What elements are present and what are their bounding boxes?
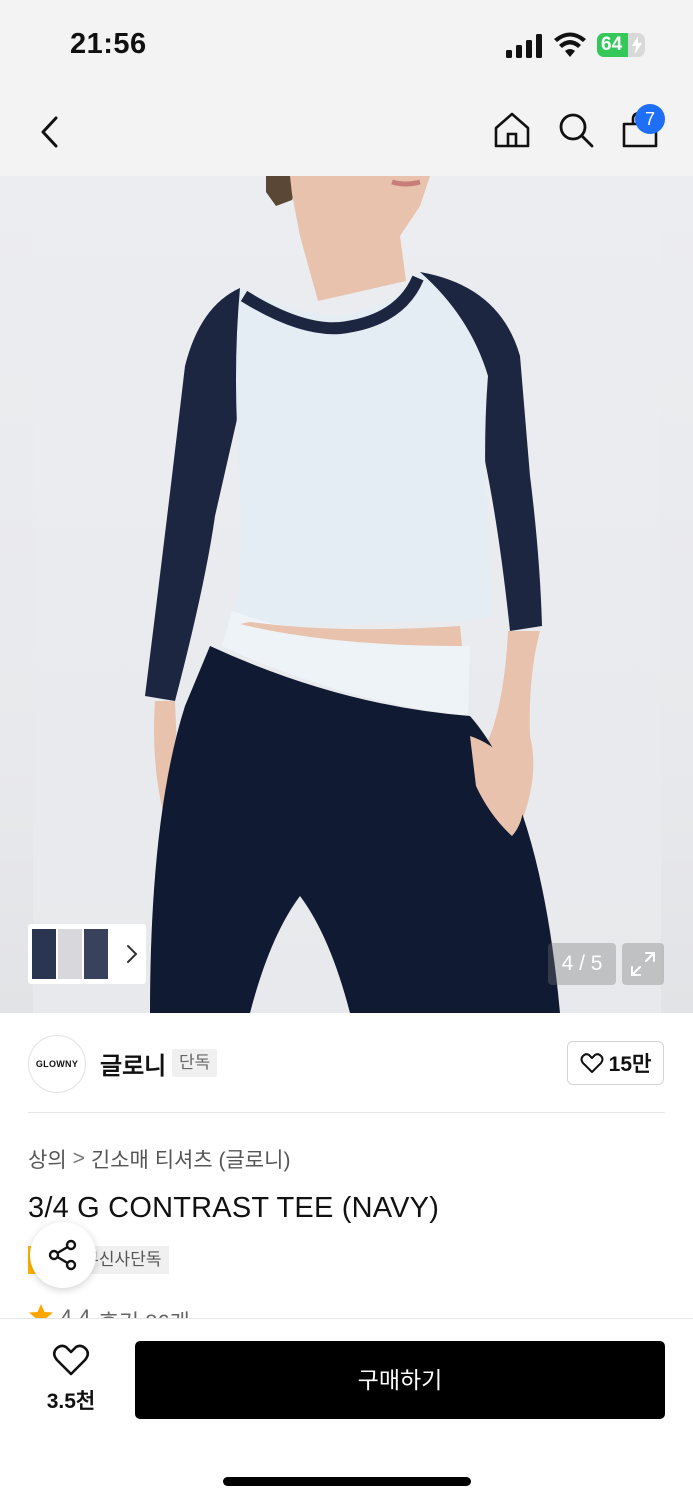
product-image-gallery[interactable]: 4 / 5 (0, 176, 693, 1013)
image-page-indicator: 4 / 5 (548, 943, 616, 985)
breadcrumb-item[interactable]: 상의 (28, 1144, 67, 1174)
battery-level-text: 64 (601, 34, 623, 55)
thumbnail-image[interactable] (84, 929, 108, 979)
buy-button[interactable]: 구매하기 (135, 1341, 665, 1419)
cart-count-badge: 7 (635, 104, 665, 134)
chevron-left-icon[interactable] (34, 112, 66, 152)
product-photo (145, 176, 560, 1013)
status-time: 21:56 (70, 28, 147, 60)
wish-count: 3.5천 (46, 1390, 96, 1413)
breadcrumb-separator-icon: > (72, 1147, 85, 1170)
search-icon[interactable] (556, 110, 596, 150)
charging-bolt-icon (632, 36, 642, 54)
bottom-purchase-bar: 3.5천 구매하기 (0, 1318, 693, 1500)
brand-like-button[interactable]: 15만 (567, 1041, 664, 1085)
expand-icon (631, 952, 655, 976)
battery-icon: 64 (597, 33, 645, 57)
breadcrumb-item[interactable]: 긴소매 티셔츠 (글로니) (91, 1144, 291, 1174)
thumbnail-image[interactable] (32, 929, 56, 979)
section-divider (28, 1112, 665, 1113)
thumbnail-strip[interactable] (28, 924, 146, 984)
brand-logo[interactable]: GLOWNY (28, 1035, 86, 1093)
expand-button[interactable] (622, 943, 664, 985)
home-indicator (223, 1477, 471, 1486)
brand-like-count: 15만 (608, 1053, 652, 1076)
status-bar: 21:56 64 (0, 0, 693, 90)
share-button[interactable] (30, 1222, 96, 1288)
heart-icon (580, 1053, 604, 1073)
brand-name[interactable]: 글로니 (100, 1046, 166, 1081)
brand-exclusive-tag: 단독 (172, 1049, 218, 1077)
chevron-right-icon[interactable] (126, 944, 138, 964)
thumbnail-image[interactable] (58, 929, 82, 979)
breadcrumb: 상의 > 긴소매 티셔츠 (글로니) (28, 1144, 290, 1174)
signal-icon (506, 34, 542, 58)
product-title: 3/4 G CONTRAST TEE (NAVY) (28, 1192, 440, 1224)
wifi-icon (554, 32, 586, 57)
home-icon[interactable] (492, 110, 532, 150)
brand-row: GLOWNY 글로니 단독 15만 (0, 1013, 693, 1113)
heart-icon[interactable] (52, 1343, 90, 1377)
top-nav-bar (0, 90, 693, 176)
share-icon (48, 1239, 77, 1271)
